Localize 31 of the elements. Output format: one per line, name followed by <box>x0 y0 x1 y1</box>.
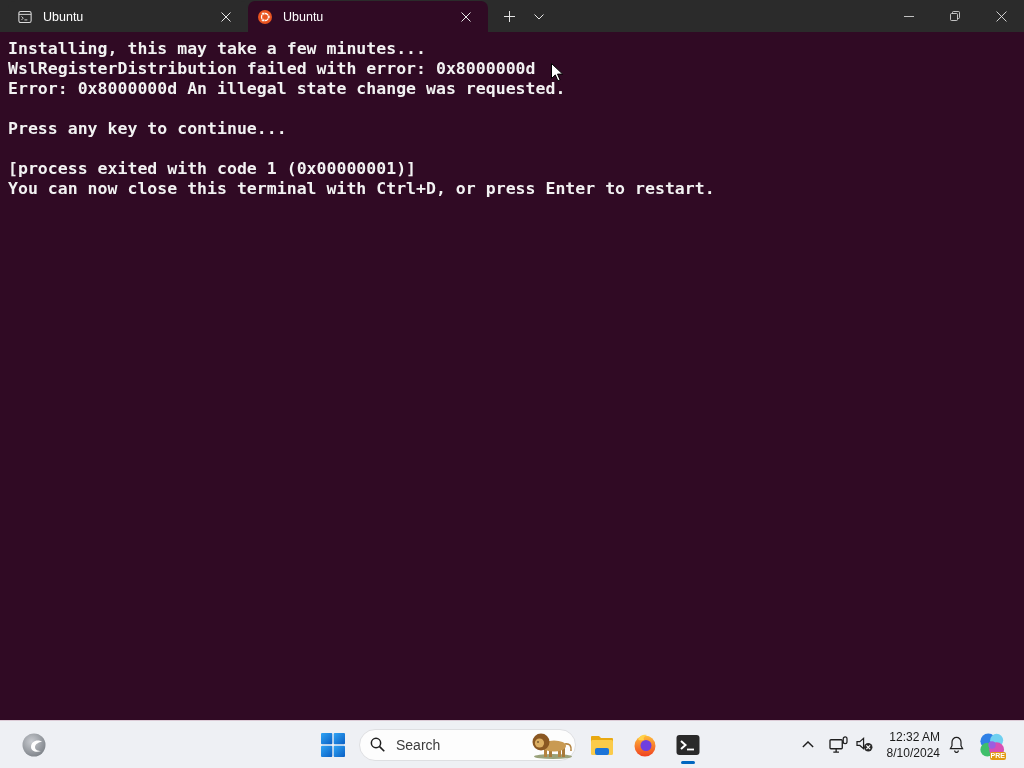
tab[interactable]: Ubuntu <box>248 1 488 32</box>
close-icon <box>221 11 231 22</box>
clock-time[interactable]: 12:32 AM <box>889 728 940 745</box>
bell-icon <box>948 736 964 753</box>
search-icon <box>370 737 385 752</box>
flame-globe-icon <box>633 732 657 757</box>
restore-icon <box>950 11 960 21</box>
ring-logo-icon <box>258 9 272 24</box>
chevron-up-icon <box>801 741 814 748</box>
crescent-disc-icon <box>22 732 46 757</box>
terminal-icon <box>676 732 700 757</box>
terminal-line: Error: 0x8000000d An illegal state change was requested. <box>8 79 566 98</box>
close-icon <box>995 10 1007 22</box>
close-icon <box>461 11 471 22</box>
clock-date[interactable]: 8/10/2024 <box>886 744 940 761</box>
plus-icon <box>503 11 515 22</box>
speaker-muted-icon <box>856 737 874 752</box>
console-window-icon <box>18 9 32 24</box>
terminal-line: You can now close this terminal with Ctrl+D, or press Enter to restart. <box>8 179 715 198</box>
chevron-down-icon <box>534 13 544 20</box>
terminal-line: Press any key to continue... <box>8 119 287 138</box>
overlapping-circles-icon <box>979 731 1005 758</box>
terminal-line: WslRegisterDistribution failed with error: 0x8000000d <box>8 59 536 78</box>
terminal-line: Installing, this may take a few minutes... <box>8 39 426 58</box>
terminal-line: [process exited with code 1 (0x00000001)] <box>8 159 417 178</box>
mouse-pointer-icon <box>551 63 563 82</box>
search-bar[interactable]: Search <box>359 728 576 761</box>
windows-logo-icon <box>321 732 345 757</box>
search-input[interactable]: Search <box>396 733 523 756</box>
monitor-icon <box>829 736 849 753</box>
minimize-icon <box>904 15 914 17</box>
